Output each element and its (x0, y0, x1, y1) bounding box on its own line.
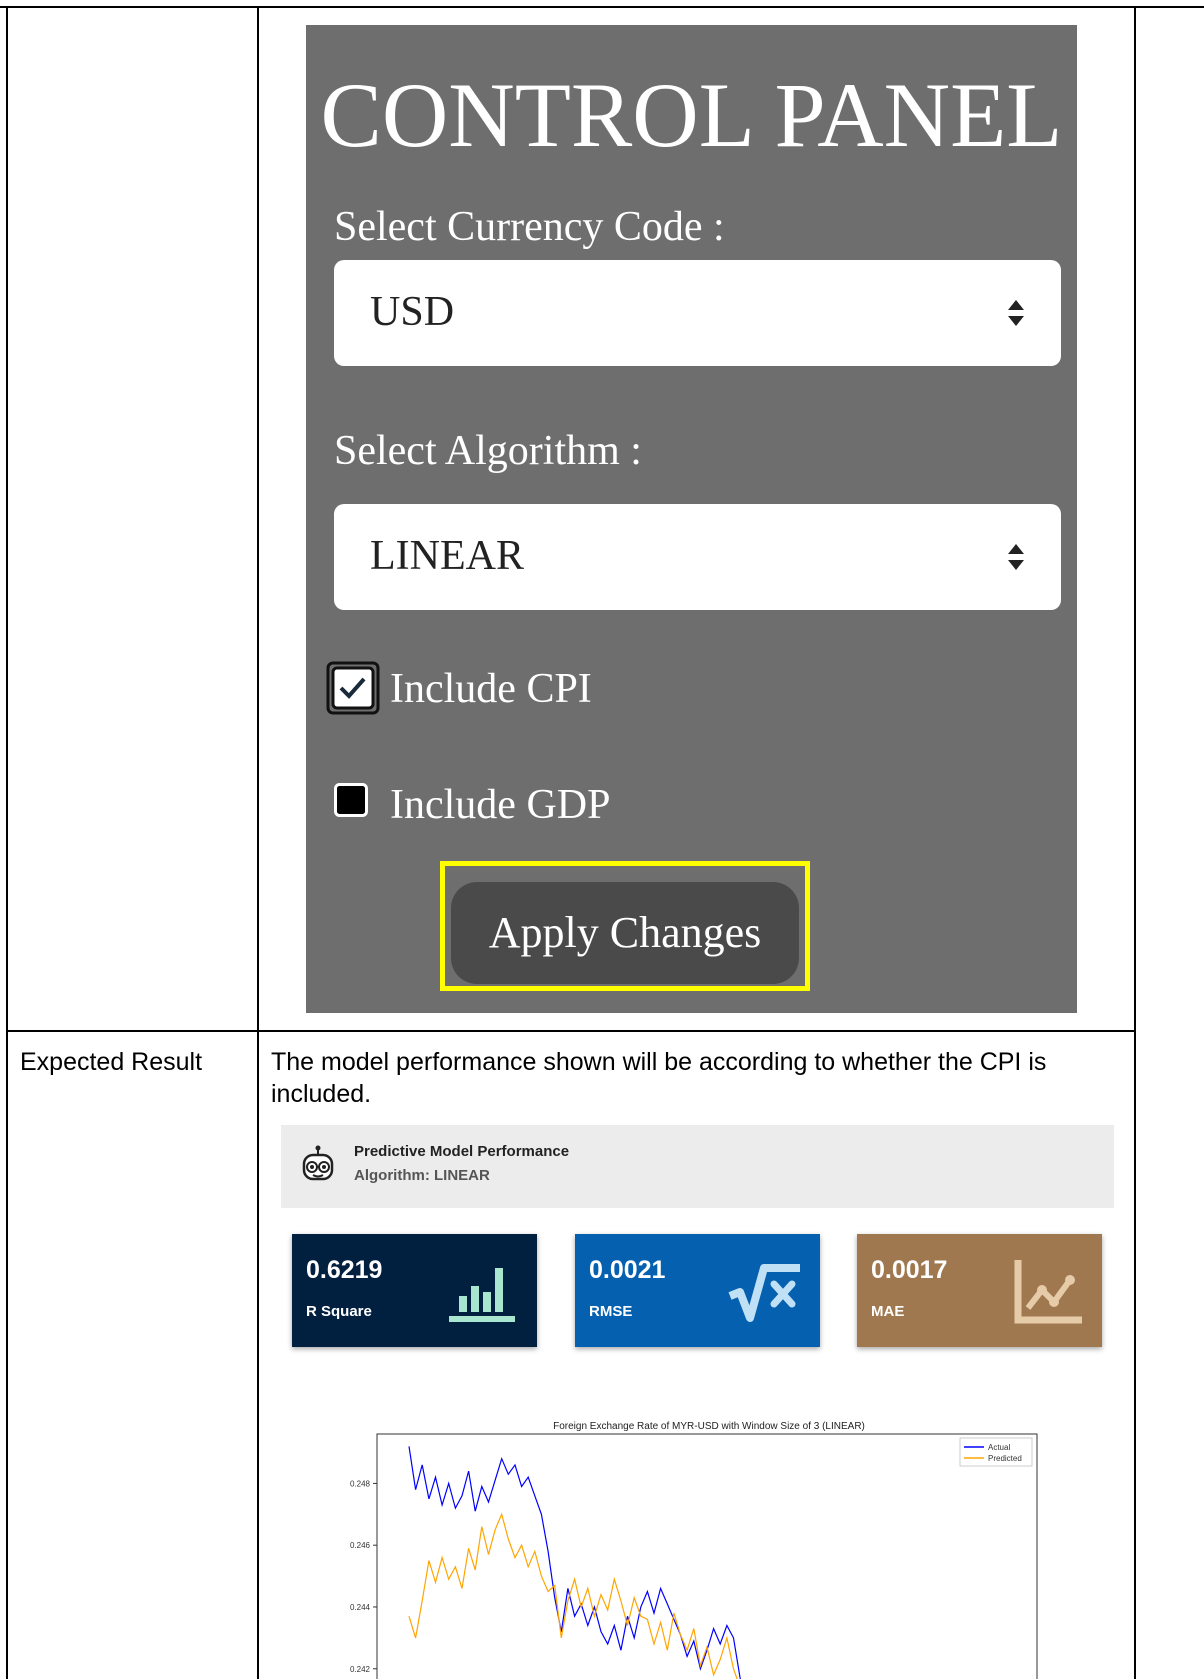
performance-title: Predictive Model Performance (354, 1143, 570, 1160)
apply-changes-button[interactable]: Apply Changes (451, 882, 799, 984)
r-square-label: R Square (306, 1303, 372, 1320)
algorithm-select-value: LINEAR (370, 533, 524, 579)
expected-result-label: Expected Result (20, 1048, 203, 1076)
mae-label: MAE (871, 1303, 905, 1320)
performance-subtitle: Algorithm: LINEAR (354, 1167, 490, 1184)
rmse-label: RMSE (589, 1303, 633, 1320)
legend-label: Predicted (988, 1454, 1022, 1463)
currency-label: Select Currency Code : (334, 204, 725, 250)
include-cpi-checkbox[interactable] (326, 661, 380, 715)
control-panel-title: CONTROL PANEL (320, 64, 1063, 166)
y-tick-label: 0.246 (350, 1541, 371, 1550)
rmse-value: 0.0021 (589, 1256, 666, 1284)
y-tick-label: 0.248 (350, 1479, 371, 1488)
currency-select-value: USD (370, 289, 455, 335)
bar-chart-icon (449, 1268, 515, 1322)
line-chart-icon (1014, 1260, 1082, 1324)
r-square-value: 0.6219 (306, 1256, 383, 1284)
algorithm-select[interactable]: LINEAR (334, 504, 1061, 610)
y-tick-label: 0.244 (350, 1603, 371, 1612)
mae-card: 0.0017 MAE (857, 1234, 1102, 1347)
select-arrows-icon (1008, 544, 1024, 570)
include-gdp-checkbox[interactable] (334, 783, 368, 817)
square-root-icon (728, 1264, 800, 1322)
table-left-border (6, 6, 8, 1679)
fx-line-chart: 0.248 0.246 0.244 0.242 Actual Predicted (350, 1433, 1038, 1679)
series-line-predicted (408, 1512, 738, 1679)
control-panel: CONTROL PANEL Select Currency Code : USD… (306, 25, 1077, 1013)
chart-plot-area (376, 1433, 1038, 1679)
y-tick-label: 0.242 (350, 1665, 371, 1674)
table-top-border (0, 6, 1204, 8)
include-gdp-label: Include GDP (390, 782, 611, 828)
include-cpi-label: Include CPI (390, 666, 592, 712)
table-right-border (1134, 6, 1136, 1679)
table-row-divider (6, 1030, 1136, 1032)
rmse-card: 0.0021 RMSE (575, 1234, 820, 1347)
mae-value: 0.0017 (871, 1256, 948, 1284)
table-column-divider (257, 6, 259, 1679)
legend-label: Actual (988, 1443, 1010, 1452)
series-line-actual (408, 1446, 741, 1679)
r-square-card: 0.6219 R Square (292, 1234, 537, 1347)
algorithm-label: Select Algorithm : (334, 428, 642, 474)
currency-select[interactable]: USD (334, 260, 1061, 366)
expected-result-description: The model performance shown will be acco… (271, 1048, 1047, 1108)
select-arrows-icon (1008, 300, 1024, 326)
robot-icon (302, 1145, 334, 1181)
performance-header: Predictive Model Performance Algorithm: … (281, 1125, 1114, 1208)
